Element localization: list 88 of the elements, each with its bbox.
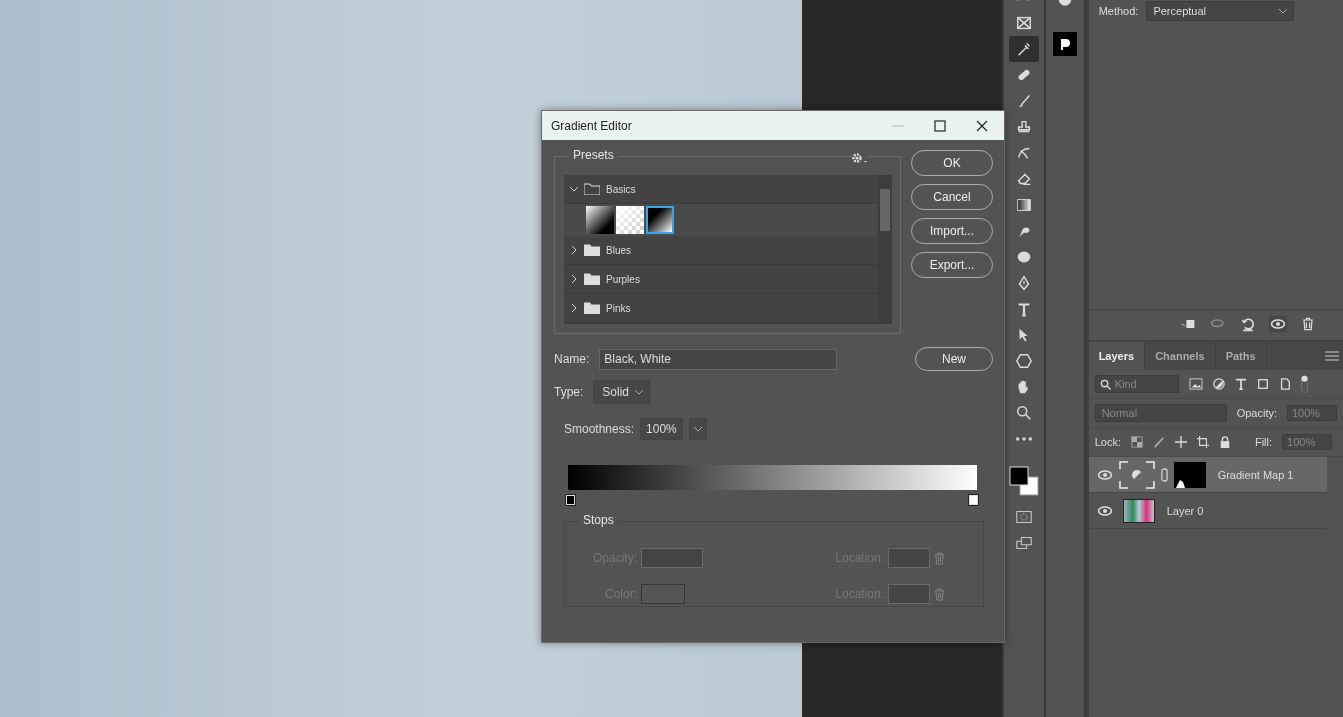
gradient-bar[interactable] <box>568 465 977 490</box>
lock-pixels-icon[interactable] <box>1130 436 1143 448</box>
maximize-icon[interactable] <box>934 119 946 132</box>
link-icon[interactable] <box>1160 467 1168 482</box>
gradient-icon <box>1015 196 1034 214</box>
layer-row[interactable]: Layer 0 <box>1088 493 1327 529</box>
panel-tab[interactable]: Channels <box>1145 342 1216 370</box>
opacity-field <box>641 548 703 568</box>
frame-icon <box>1015 14 1034 32</box>
folder-icon <box>584 183 600 195</box>
type-filter-icon[interactable] <box>1234 378 1247 390</box>
crop-icon[interactable] <box>1196 436 1209 448</box>
eye-icon[interactable] <box>1096 468 1113 481</box>
folder-icon <box>584 244 600 256</box>
mask-thumbnail <box>1173 461 1206 488</box>
method-label: Method: <box>1098 5 1139 17</box>
layer-row[interactable]: Gradient Map 1 <box>1088 457 1327 493</box>
trash-icon <box>934 587 945 601</box>
adjustment-thumbnail <box>1118 460 1155 489</box>
fill-label: Fill: <box>1254 436 1273 448</box>
menu-icon[interactable] <box>1325 351 1339 361</box>
photo-thumbnail <box>1122 498 1155 523</box>
chevron-down-icon <box>693 426 702 432</box>
color-stop[interactable] <box>566 495 575 505</box>
dialog-button[interactable]: Cancel <box>911 184 993 210</box>
panel-tab[interactable]: Paths <box>1215 342 1267 370</box>
close-icon[interactable] <box>976 119 988 132</box>
shape-icon <box>1015 352 1034 370</box>
chevron-icon[interactable] <box>570 275 578 283</box>
layer-name: Layer 0 <box>1166 504 1204 517</box>
name-label: Name: <box>554 352 590 366</box>
panel-tab[interactable]: Layers <box>1088 342 1146 370</box>
color-field <box>641 584 685 604</box>
smart-object-filter-icon[interactable] <box>1278 378 1291 390</box>
zoom-icon <box>1015 404 1034 422</box>
eye-icon[interactable] <box>1096 504 1113 517</box>
chevron-icon[interactable] <box>570 185 578 193</box>
preset-folder[interactable]: Blues <box>564 236 878 265</box>
filter-toggle-icon[interactable] <box>1300 375 1308 393</box>
trash-icon <box>934 551 945 565</box>
chevron-down-icon <box>1279 8 1288 14</box>
gradient-swatch[interactable] <box>616 206 644 234</box>
color-stop[interactable] <box>969 495 978 505</box>
adjustment-filter-icon[interactable] <box>1212 378 1225 390</box>
smoothness-field[interactable]: 100% <box>640 418 683 440</box>
filter-placeholder: Kind <box>1114 378 1137 390</box>
quick-mask-icon[interactable] <box>1015 508 1034 526</box>
gradient-swatch[interactable] <box>646 206 674 234</box>
opacity-label: Opacity: <box>1236 407 1277 419</box>
chevron-icon[interactable] <box>570 304 578 312</box>
method-dropdown[interactable]: Perceptual <box>1146 1 1295 21</box>
folder-icon <box>584 302 600 314</box>
shape-filter-icon[interactable] <box>1256 378 1269 390</box>
color-swatches-icon[interactable] <box>1009 466 1040 496</box>
name-field[interactable]: Black, White <box>599 348 838 370</box>
tool-button[interactable] <box>1009 36 1040 62</box>
preset-folder[interactable]: Purples <box>564 265 878 294</box>
presets-label: Presets <box>569 148 618 162</box>
brush-icon[interactable] <box>1152 436 1165 448</box>
location-field <box>888 584 930 604</box>
dialog-button[interactable]: Import... <box>911 218 993 244</box>
paragraph-icon[interactable] <box>1052 32 1077 56</box>
image-filter-icon[interactable] <box>1188 378 1203 390</box>
eye-icon[interactable] <box>1269 316 1287 332</box>
stops-label: Stops <box>579 513 618 527</box>
preset-folder[interactable]: Pinks <box>564 294 878 323</box>
screen-mode-icon[interactable] <box>1015 534 1034 552</box>
preset-folder[interactable]: Basics <box>564 175 878 204</box>
gradient-swatch[interactable] <box>586 206 614 234</box>
dialog-button[interactable]: OK <box>911 150 993 176</box>
location-field <box>888 548 930 568</box>
reset-icon[interactable] <box>1239 316 1257 332</box>
move-icon[interactable] <box>1174 436 1187 448</box>
layer-name: Gradient Map 1 <box>1217 468 1294 481</box>
chevron-down-icon <box>635 389 644 395</box>
lock-icon[interactable] <box>1218 436 1231 448</box>
folder-icon <box>584 273 600 285</box>
smoothness-label: Smoothness: <box>564 422 635 436</box>
dialog-title: Gradient Editor <box>551 118 633 133</box>
new-button[interactable]: New <box>915 347 993 371</box>
chevron-icon[interactable] <box>570 246 578 254</box>
search-icon <box>1099 378 1111 390</box>
more-icon <box>1016 437 1033 441</box>
settings-icon[interactable] <box>852 152 868 164</box>
lock-label: Lock: <box>1094 436 1121 448</box>
type-label: Type: <box>554 385 584 399</box>
dialog-button[interactable]: Export... <box>911 252 993 278</box>
type-dropdown[interactable]: Solid <box>593 380 651 404</box>
